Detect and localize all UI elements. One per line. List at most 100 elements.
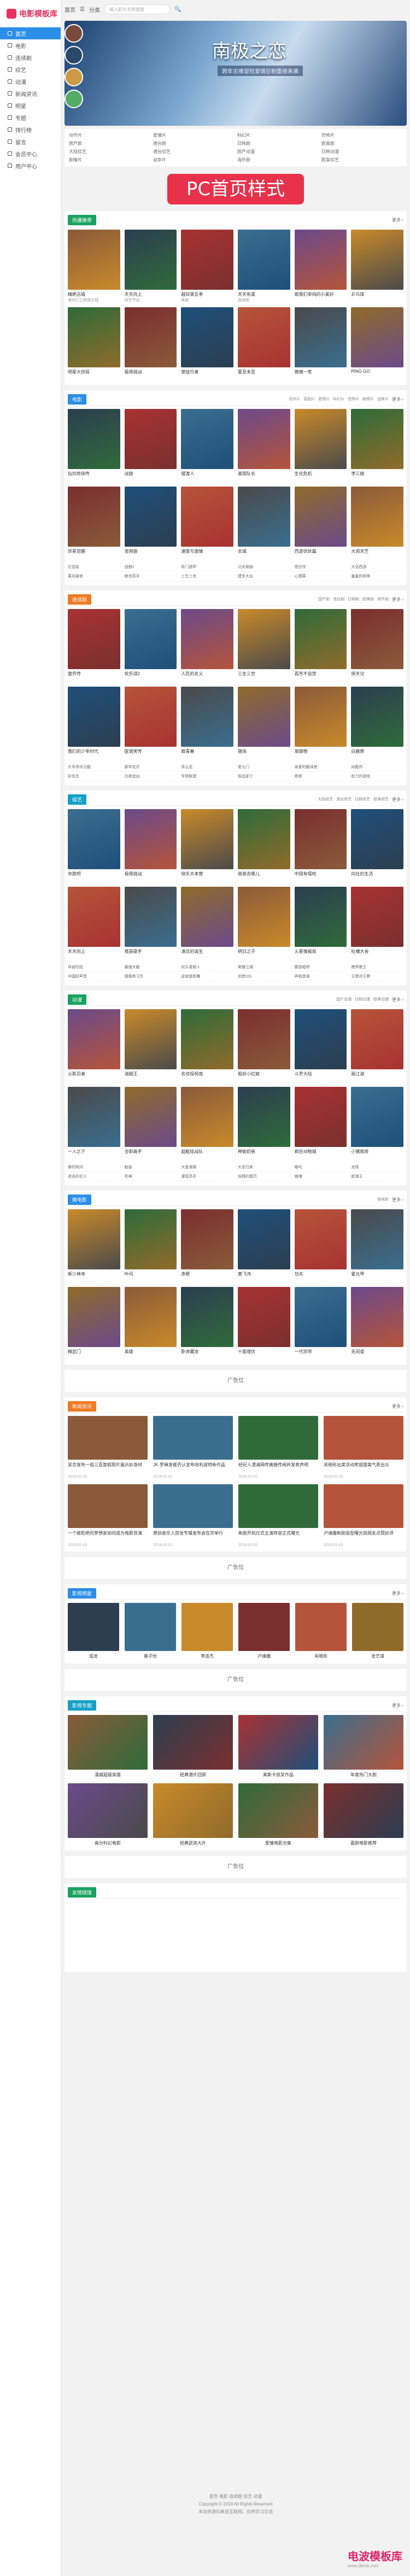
video-poster[interactable]: [294, 809, 347, 869]
sidebar-item[interactable]: 明星: [0, 99, 61, 112]
video-title[interactable]: 精绝古城: [68, 291, 120, 297]
video-poster[interactable]: [181, 1009, 233, 1069]
list-item[interactable]: 进击的巨人: [68, 1174, 120, 1181]
video-card[interactable]: 速度与激情: [181, 487, 233, 560]
list-item[interactable]: 王牌对王牌: [351, 974, 403, 981]
star-item[interactable]: 李连杰: [181, 1603, 233, 1659]
list-item[interactable]: 悟空传: [294, 564, 347, 571]
video-title[interactable]: 速度与激情: [181, 548, 233, 554]
category-link[interactable]: 国产动漫: [237, 149, 318, 155]
list-item[interactable]: 声临其境: [294, 974, 347, 981]
video-title[interactable]: 超能陆战队: [181, 1149, 233, 1155]
topic-image[interactable]: [153, 1715, 233, 1770]
video-title[interactable]: PING GO: [351, 369, 403, 375]
video-poster[interactable]: [124, 487, 177, 547]
list-item[interactable]: 巨齿鲨: [68, 564, 120, 571]
star-name[interactable]: 卢靖姗: [238, 1653, 290, 1659]
video-title[interactable]: 卧虎藏龙: [181, 1349, 233, 1355]
video-title[interactable]: 我们的少年时代: [68, 748, 120, 754]
section-more-link[interactable]: 更多 ›: [392, 1197, 403, 1203]
section-link[interactable]: 国产剧: [318, 596, 330, 602]
news-title[interactable]: 卢靖姗新剧造型曝光获网友点赞好评: [324, 1530, 403, 1542]
video-poster[interactable]: [124, 809, 177, 869]
section-link[interactable]: 大陆综艺: [318, 797, 333, 803]
star-name[interactable]: 章子怡: [125, 1653, 176, 1659]
video-poster[interactable]: [237, 1209, 290, 1269]
video-card[interactable]: 孤芳不自赏: [294, 609, 347, 682]
banner-thumb[interactable]: [65, 68, 83, 86]
topic-title[interactable]: 漫威超级英雄: [68, 1772, 148, 1778]
video-card[interactable]: 爸爸去哪儿: [237, 809, 290, 882]
category-link[interactable]: 剧情片: [69, 157, 150, 163]
video-poster[interactable]: [68, 409, 120, 469]
video-card[interactable]: 斗罗大陆: [294, 1009, 347, 1082]
video-card[interactable]: 医馆笑传: [124, 687, 177, 760]
news-image[interactable]: [324, 1416, 403, 1460]
topbar-cat[interactable]: 分类: [89, 5, 100, 14]
video-poster[interactable]: [68, 887, 120, 947]
video-title[interactable]: 三生三世: [238, 671, 290, 677]
footer-links[interactable]: 首页 电影 连续剧 综艺 动漫: [65, 2493, 407, 2501]
list-item[interactable]: 好先生: [68, 774, 120, 781]
list-item[interactable]: 大圣归来: [237, 1164, 290, 1172]
video-poster[interactable]: [68, 687, 120, 747]
category-link[interactable]: 战争片: [153, 157, 234, 163]
video-card[interactable]: 火星情报局: [294, 887, 347, 960]
video-card[interactable]: 狐妖小红娘: [237, 1009, 290, 1082]
video-poster[interactable]: [237, 230, 290, 290]
video-title[interactable]: 一代宗师: [295, 1349, 347, 1355]
video-title[interactable]: 赤壁: [181, 1271, 233, 1277]
video-poster[interactable]: [294, 609, 347, 669]
video-poster[interactable]: [181, 1287, 233, 1347]
video-card[interactable]: 赤壁: [181, 1209, 233, 1283]
video-card[interactable]: 乒乓球: [351, 230, 403, 303]
list-item[interactable]: 跨界歌王: [351, 964, 403, 971]
video-title[interactable]: 摆渡人: [181, 471, 233, 477]
video-poster[interactable]: [181, 809, 233, 869]
video-title[interactable]: 名侦探柯南: [181, 1071, 233, 1077]
news-image[interactable]: [68, 1484, 148, 1528]
video-card[interactable]: 天天向上: [68, 887, 120, 960]
section-link[interactable]: 港台剧: [333, 596, 344, 602]
video-card[interactable]: 向往的生活: [351, 809, 403, 882]
category-link[interactable]: 海外剧: [237, 157, 318, 163]
list-item[interactable]: 乘风破浪: [68, 573, 120, 581]
list-item[interactable]: 大话西游: [351, 564, 403, 571]
topic-image[interactable]: [68, 1715, 148, 1770]
video-title[interactable]: 琅琊榜: [295, 748, 347, 754]
list-item[interactable]: 羞羞的铁拳: [351, 573, 403, 581]
video-card[interactable]: 一人之下: [68, 1087, 120, 1160]
video-card[interactable]: 长城: [237, 487, 290, 560]
video-card[interactable]: 新少林寺: [68, 1209, 120, 1283]
list-item[interactable]: 魁拔: [124, 1164, 177, 1172]
news-title[interactable]: 吴京发布一组三亚度假照片展示好身材: [68, 1462, 148, 1474]
video-title[interactable]: 生化危机: [295, 471, 347, 477]
video-poster[interactable]: [294, 1209, 347, 1269]
section-link[interactable]: 喜剧片: [303, 396, 315, 402]
news-image[interactable]: [153, 1416, 233, 1460]
list-item[interactable]: 创造101: [237, 974, 290, 981]
video-poster[interactable]: [124, 609, 177, 669]
video-card[interactable]: 极限挑战: [124, 307, 177, 380]
ad-slot[interactable]: 广告位: [65, 1669, 407, 1691]
video-poster[interactable]: [124, 1209, 177, 1269]
video-title[interactable]: 火影忍者: [68, 1071, 120, 1077]
video-poster[interactable]: [294, 409, 347, 469]
sidebar-item[interactable]: 用户中心: [0, 160, 61, 172]
video-title[interactable]: 中国有嘻哈: [295, 871, 347, 877]
star-name[interactable]: 成龙: [68, 1653, 119, 1659]
list-item[interactable]: 银魂: [294, 1174, 347, 1181]
news-title[interactable]: 原创音乐人首张专辑发布会在京举行: [153, 1530, 233, 1542]
sidebar-item[interactable]: 动漫: [0, 75, 61, 87]
news-image[interactable]: [238, 1484, 318, 1528]
video-poster[interactable]: [68, 230, 120, 290]
search-icon[interactable]: 🔍: [174, 7, 181, 13]
video-poster[interactable]: [124, 230, 177, 290]
video-poster[interactable]: [124, 409, 177, 469]
list-item[interactable]: 奇门遁甲: [181, 564, 233, 571]
news-item[interactable]: 关晓彤出席活动笑容甜美气质出众 2018-01-01: [324, 1416, 403, 1479]
ad-slot[interactable]: 广告位: [65, 1856, 407, 1878]
video-poster[interactable]: [237, 887, 290, 947]
video-poster[interactable]: [351, 1009, 403, 1069]
list-item[interactable]: 偶像练习生: [124, 974, 177, 981]
